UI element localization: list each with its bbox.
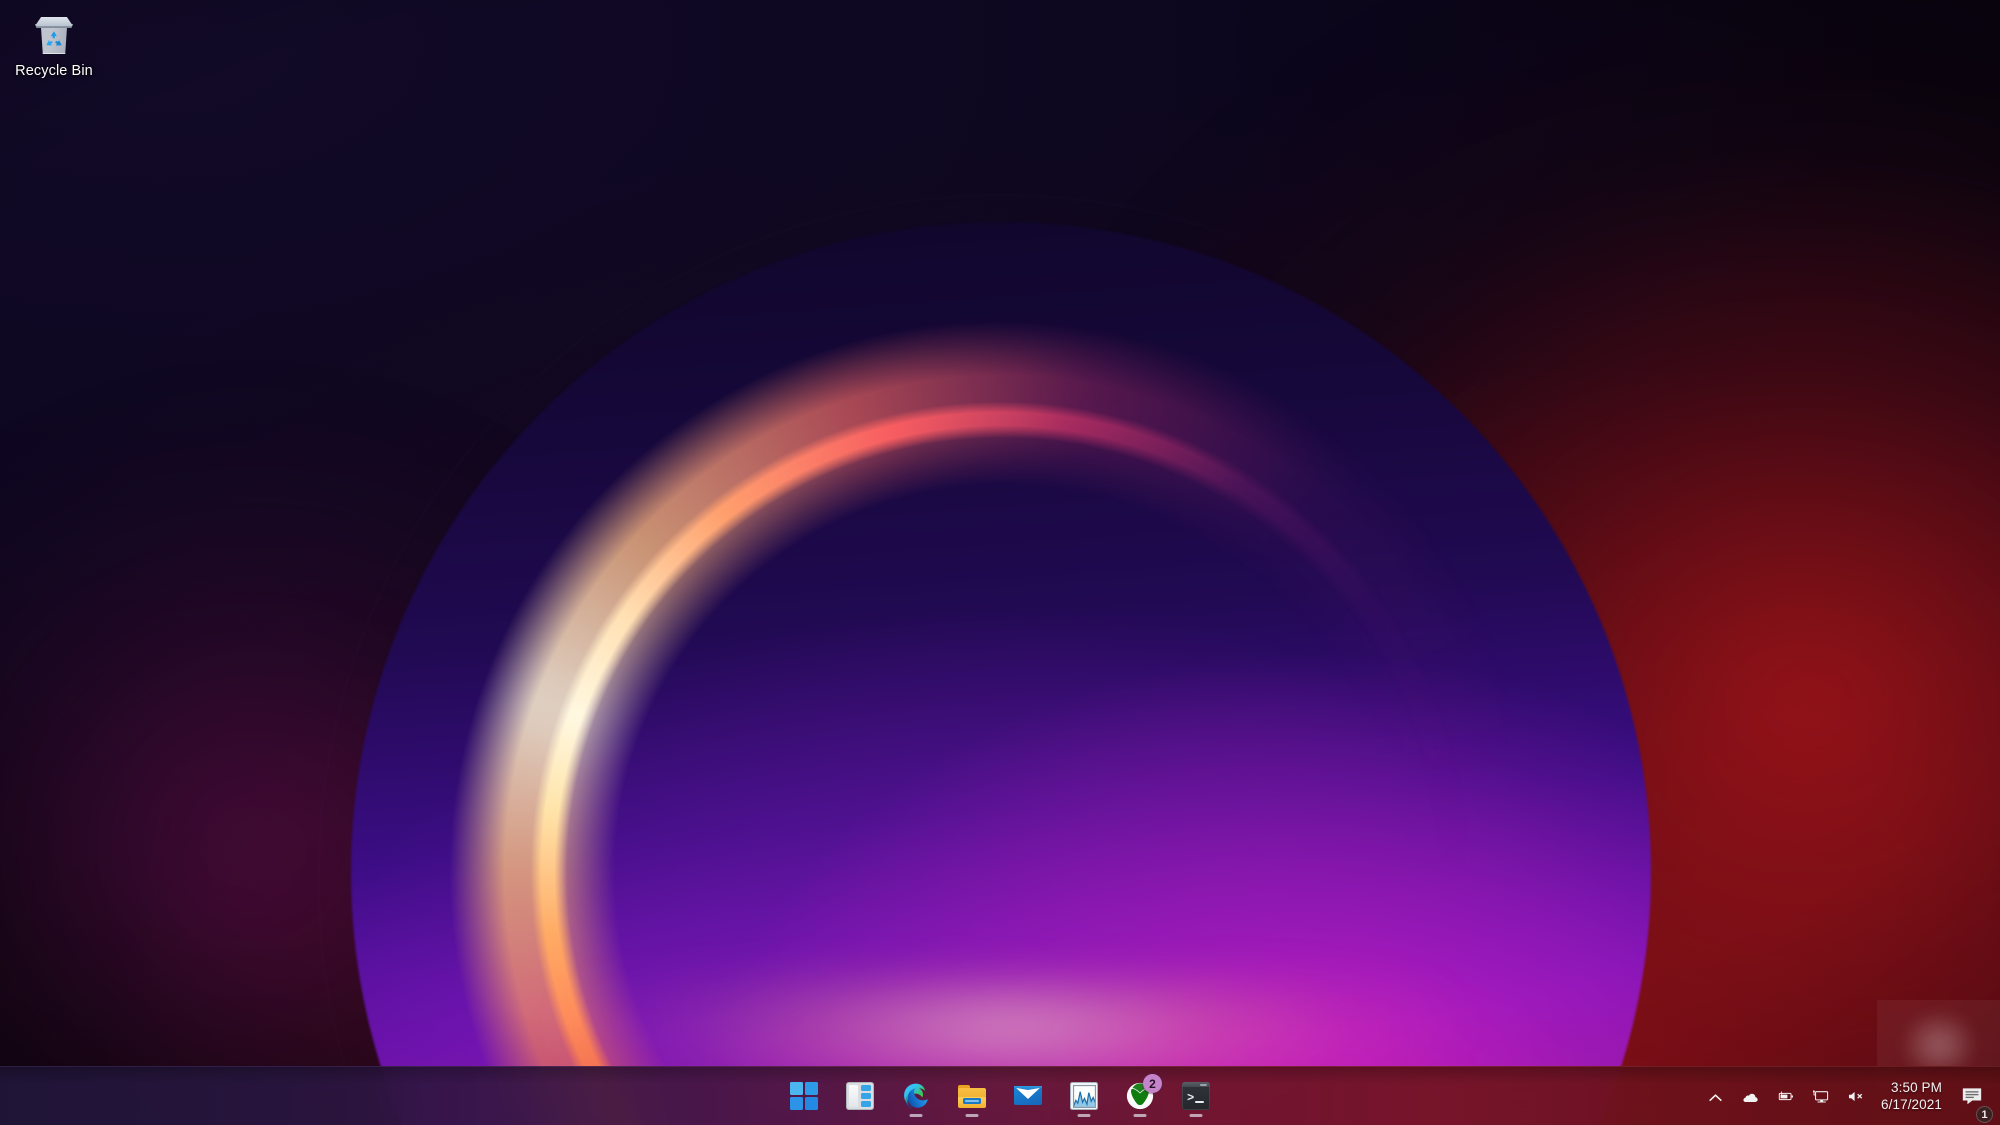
recycle-bin-icon bbox=[31, 12, 77, 58]
clock-button[interactable]: 3:50 PM 6/17/2021 bbox=[1873, 1072, 1952, 1120]
start-button[interactable] bbox=[780, 1072, 828, 1120]
edge-button[interactable] bbox=[892, 1072, 940, 1120]
speaker-muted-icon bbox=[1847, 1088, 1864, 1105]
mail-button[interactable] bbox=[1004, 1072, 1052, 1120]
xbox-button[interactable]: 2 bbox=[1116, 1072, 1164, 1120]
edge-icon bbox=[902, 1082, 930, 1110]
notification-count-badge: 1 bbox=[1976, 1106, 1993, 1123]
running-indicator bbox=[1133, 1113, 1147, 1117]
notification-center-button[interactable]: 1 bbox=[1952, 1072, 1993, 1123]
terminal-button[interactable]: > bbox=[1172, 1072, 1220, 1120]
folder-icon bbox=[958, 1082, 986, 1110]
running-indicator bbox=[965, 1113, 979, 1117]
file-explorer-button[interactable] bbox=[948, 1072, 996, 1120]
show-hidden-icons-button[interactable] bbox=[1698, 1072, 1733, 1120]
battery-charging-icon bbox=[1777, 1088, 1794, 1105]
taskbar-app-cluster: 2 > bbox=[780, 1067, 1220, 1125]
taskbar[interactable]: 2 > 3:50 PM 6/17/2021 1 bbox=[0, 1066, 2000, 1125]
desktop-surface[interactable]: Recycle Bin 2 > 3:50 PM 6/17/2021 1 bbox=[0, 0, 2000, 1125]
system-tray: 3:50 PM 6/17/2021 1 bbox=[1698, 1067, 2000, 1125]
running-indicator bbox=[1077, 1113, 1091, 1117]
clock-date: 6/17/2021 bbox=[1881, 1097, 1942, 1112]
chevron-up-icon bbox=[1707, 1088, 1724, 1105]
chart-window-icon bbox=[1070, 1082, 1098, 1110]
widgets-button[interactable] bbox=[836, 1072, 884, 1120]
wallpaper-vignette bbox=[0, 0, 2000, 1125]
notification-icon bbox=[1961, 1087, 1983, 1106]
monitor-network-icon bbox=[1812, 1088, 1829, 1105]
store-button[interactable] bbox=[1060, 1072, 1108, 1120]
cloud-icon bbox=[1742, 1088, 1759, 1105]
battery-button[interactable] bbox=[1768, 1072, 1803, 1120]
volume-button[interactable] bbox=[1838, 1072, 1873, 1120]
widgets-icon bbox=[846, 1082, 874, 1110]
xbox-notification-badge: 2 bbox=[1143, 1074, 1162, 1093]
desktop-icon-label: Recycle Bin bbox=[15, 63, 93, 79]
running-indicator bbox=[909, 1113, 923, 1117]
network-button[interactable] bbox=[1803, 1072, 1838, 1120]
onedrive-button[interactable] bbox=[1733, 1072, 1768, 1120]
mail-icon bbox=[1014, 1082, 1042, 1110]
terminal-icon: > bbox=[1182, 1082, 1210, 1110]
clock-time: 3:50 PM bbox=[1891, 1080, 1942, 1095]
windows-logo-icon bbox=[790, 1082, 818, 1110]
desktop-icon-recycle-bin[interactable]: Recycle Bin bbox=[6, 6, 102, 83]
running-indicator bbox=[1189, 1113, 1203, 1117]
